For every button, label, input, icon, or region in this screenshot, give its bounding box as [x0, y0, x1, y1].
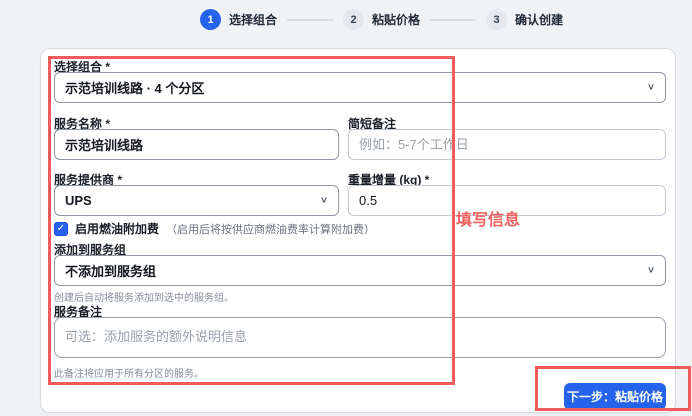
short-note-input[interactable] — [348, 129, 666, 160]
provider-select[interactable]: UPS ∨ — [54, 185, 339, 216]
combo-select-value: 示范培训线路 · 4 个分区 — [65, 81, 205, 96]
create-service-wizard-page: 1 选择组合 2 粘贴价格 3 确认创建 选择组合 * 示范培训线路 · 4 个… — [0, 0, 692, 416]
chevron-down-icon: ∨ — [646, 265, 655, 275]
service-group-select-value: 不添加到服务组 — [65, 264, 157, 279]
wizard-stepper: 1 选择组合 2 粘贴价格 3 确认创建 — [200, 9, 563, 30]
next-step-button[interactable]: 下一步：粘贴价格 — [564, 383, 666, 410]
step-connector — [287, 18, 334, 21]
step-3-label: 确认创建 — [515, 13, 564, 27]
step-connector — [430, 18, 477, 21]
service-group-hint: 创建后自动将服务添加到选中的服务组。 — [54, 293, 234, 304]
service-remark-hint: 此备注将应用于所有分区的服务。 — [54, 369, 204, 380]
provider-select-value: UPS — [65, 193, 92, 208]
weight-increment-input[interactable] — [348, 185, 666, 216]
chevron-down-icon: ∨ — [319, 195, 328, 205]
step-2-circle: 2 — [343, 9, 365, 30]
fuel-surcharge-checkbox[interactable]: ✓ — [54, 221, 68, 236]
step-confirm-create: 3 确认创建 — [486, 9, 563, 30]
chevron-down-icon: ∨ — [646, 82, 655, 92]
step-1-circle: 1 — [200, 9, 221, 30]
fuel-surcharge-label: 启用燃油附加费 — [75, 222, 160, 236]
service-form-card: 选择组合 * 示范培训线路 · 4 个分区 ∨ 服务名称 * 简短备注 服务提供… — [40, 48, 676, 413]
service-name-input[interactable] — [54, 129, 339, 160]
step-select-combo: 1 选择组合 — [200, 9, 277, 30]
step-1-label: 选择组合 — [229, 13, 278, 27]
check-icon: ✓ — [56, 223, 66, 234]
combo-select[interactable]: 示范培训线路 · 4 个分区 ∨ — [54, 72, 666, 103]
service-group-select[interactable]: 不添加到服务组 ∨ — [54, 255, 666, 286]
service-remark-textarea[interactable] — [54, 317, 666, 358]
step-2-label: 粘贴价格 — [372, 13, 421, 27]
fuel-surcharge-hint: （启用后将按供应商燃油费率计算附加费） — [166, 223, 376, 236]
step-paste-prices: 2 粘贴价格 — [343, 9, 420, 30]
step-3-circle: 3 — [486, 9, 508, 30]
